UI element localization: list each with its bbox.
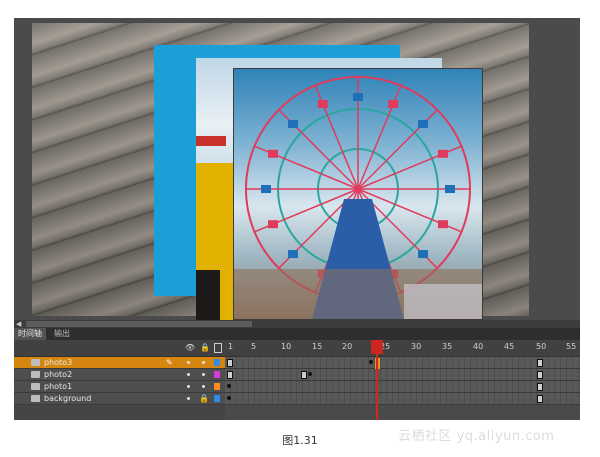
frame-number: 5 <box>251 342 257 351</box>
layer-name: background <box>44 394 92 403</box>
photo2-dark-detail <box>196 270 220 320</box>
frame-number: 50 <box>536 342 547 351</box>
animate-app-window: ◀ 时间轴 输出 👁 🔒 photo3 ✎ photo2 photo1 back… <box>14 18 580 420</box>
visibility-toggle[interactable] <box>187 385 190 388</box>
wheel-cabin <box>437 220 448 229</box>
keyframe[interactable] <box>227 384 231 388</box>
layer-name: photo2 <box>44 370 73 379</box>
wheel-cabin <box>388 100 399 109</box>
stage-canvas[interactable] <box>14 18 580 320</box>
outline-icon[interactable] <box>214 343 222 353</box>
tab-timeline[interactable]: 时间轴 <box>14 328 46 340</box>
layer-type-icon <box>31 359 40 366</box>
layer-row-background[interactable]: background 🔒 <box>14 393 225 405</box>
scrollbar-thumb[interactable] <box>26 321 252 327</box>
wheel-cabin <box>317 100 328 109</box>
frame-track-background[interactable] <box>225 393 580 405</box>
frame-number: 40 <box>473 342 484 351</box>
frame-number: 45 <box>504 342 515 351</box>
layer-name: photo3 <box>44 358 73 367</box>
playhead-line[interactable] <box>376 340 378 420</box>
panel-tab-bar: 时间轴 输出 <box>14 328 580 340</box>
layer-name: photo1 <box>44 382 73 391</box>
wheel-cabin <box>418 250 429 259</box>
eye-icon[interactable]: 👁 <box>185 343 195 353</box>
empty-keyframe[interactable] <box>227 371 233 379</box>
lock-toggle[interactable] <box>202 373 205 376</box>
wheel-cabin <box>445 185 455 193</box>
frame-track-photo2[interactable] <box>225 369 580 381</box>
layer-type-icon <box>31 383 40 390</box>
empty-keyframe[interactable] <box>227 359 233 367</box>
pencil-edit-icon: ✎ <box>166 358 173 367</box>
frame-track-photo3[interactable] <box>225 357 580 369</box>
watermark: 云栖社区 yq.aliyun.com <box>398 429 555 444</box>
frame-end-marker[interactable] <box>537 359 543 367</box>
photo2-red-detail <box>196 136 226 146</box>
frame-number: 1 <box>228 342 234 351</box>
frame-number: 30 <box>411 342 422 351</box>
timeline-panel: 👁 🔒 photo3 ✎ photo2 photo1 background 🔒 … <box>14 340 580 420</box>
layer-row-photo1[interactable]: photo1 <box>14 381 225 393</box>
wheel-cabin <box>437 149 448 158</box>
frame-number: 20 <box>342 342 353 351</box>
wheel-cabin <box>261 185 271 193</box>
wheel-cabin <box>287 250 298 259</box>
stage-horizontal-scrollbar[interactable]: ◀ <box>14 320 580 328</box>
layer-type-icon <box>31 371 40 378</box>
layer-row-photo3[interactable]: photo3 ✎ <box>14 357 225 369</box>
empty-keyframe[interactable] <box>301 371 307 379</box>
layer-color-chip[interactable] <box>214 371 220 378</box>
frame-track-photo1[interactable] <box>225 381 580 393</box>
layer-color-chip[interactable] <box>214 359 220 366</box>
lock-toggle[interactable] <box>202 361 205 364</box>
visibility-toggle[interactable] <box>187 397 190 400</box>
lock-icon[interactable]: 🔒 <box>200 343 210 353</box>
lock-toggle[interactable] <box>202 385 205 388</box>
wheel-cabin <box>287 119 298 128</box>
wheel-cabin <box>268 220 279 229</box>
frame-end-marker[interactable] <box>537 395 543 403</box>
photo3-ferris-wheel-image[interactable] <box>233 68 483 320</box>
visibility-toggle[interactable] <box>187 373 190 376</box>
layer-row-photo2[interactable]: photo2 <box>14 369 225 381</box>
tab-output[interactable]: 输出 <box>50 328 74 340</box>
locked-lock-icon[interactable]: 🔒 <box>199 393 209 404</box>
frame-ruler[interactable]: 1 5 10 15 20 25 30 35 40 45 50 55 <box>225 340 580 357</box>
wheel-cabin <box>353 93 363 101</box>
frame-number: 55 <box>566 342 577 351</box>
scroll-left-arrow-icon[interactable]: ◀ <box>16 320 21 328</box>
frame-area[interactable]: 1 5 10 15 20 25 30 35 40 45 50 55 <box>225 340 580 420</box>
layer-header: 👁 🔒 <box>14 340 225 357</box>
visibility-toggle[interactable] <box>187 361 190 364</box>
layer-type-icon <box>31 395 40 402</box>
frame-number: 35 <box>442 342 453 351</box>
ferris-wheel-graphic <box>234 76 482 319</box>
layer-color-chip[interactable] <box>214 395 220 402</box>
frame-end-marker[interactable] <box>537 383 543 391</box>
keyframe[interactable] <box>227 396 231 400</box>
frame-end-marker[interactable] <box>537 371 543 379</box>
frame-number: 10 <box>281 342 292 351</box>
frame-number: 15 <box>312 342 323 351</box>
keyframe[interactable] <box>369 360 373 364</box>
layer-color-chip[interactable] <box>214 383 220 390</box>
wheel-cabin <box>268 149 279 158</box>
keyframe[interactable] <box>308 372 312 376</box>
wheel-cabin <box>418 119 429 128</box>
